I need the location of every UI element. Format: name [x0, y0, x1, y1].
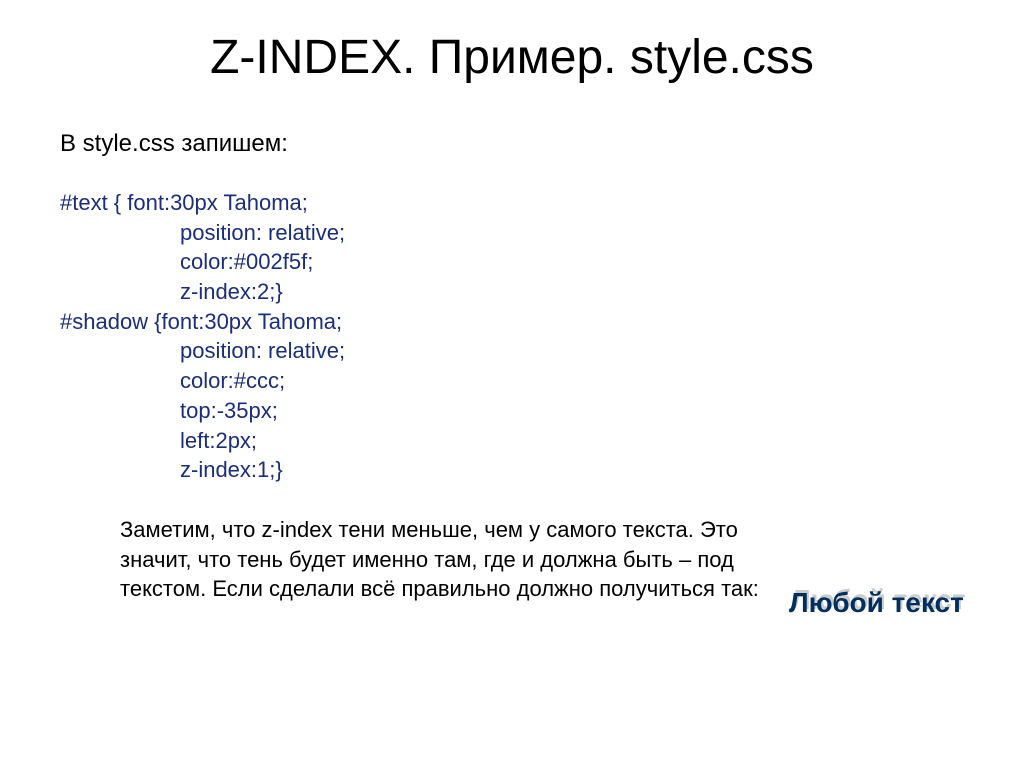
- code-line: color:#002f5f;: [60, 247, 780, 277]
- slide-title: Z-INDEX. Пример. style.css: [60, 30, 964, 85]
- code-line: position: relative;: [60, 336, 780, 366]
- code-line: left:2px;: [60, 426, 780, 456]
- slide: Z-INDEX. Пример. style.css В style.css з…: [0, 0, 1024, 767]
- demo-text-layer: Любой текст: [789, 587, 989, 619]
- css-code-block: #text { font:30px Tahoma; position: rela…: [60, 188, 780, 485]
- code-line: top:-35px;: [60, 396, 780, 426]
- code-line: z-index:2;}: [60, 277, 780, 307]
- code-line: color:#ccc;: [60, 366, 780, 396]
- code-line: z-index:1;}: [60, 455, 780, 485]
- intro-text: В style.css запишем:: [60, 130, 780, 158]
- demo-output: Любой текст Любой текст: [789, 587, 989, 632]
- code-line: position: relative;: [60, 218, 780, 248]
- explanation-paragraph: Заметим, что z-index тени меньше, чем у …: [60, 515, 760, 604]
- slide-content: В style.css запишем: #text { font:30px T…: [60, 130, 780, 604]
- code-selector-text: #text { font:30px Tahoma;: [60, 190, 308, 215]
- code-selector-shadow: #shadow {font:30px Tahoma;: [60, 309, 342, 334]
